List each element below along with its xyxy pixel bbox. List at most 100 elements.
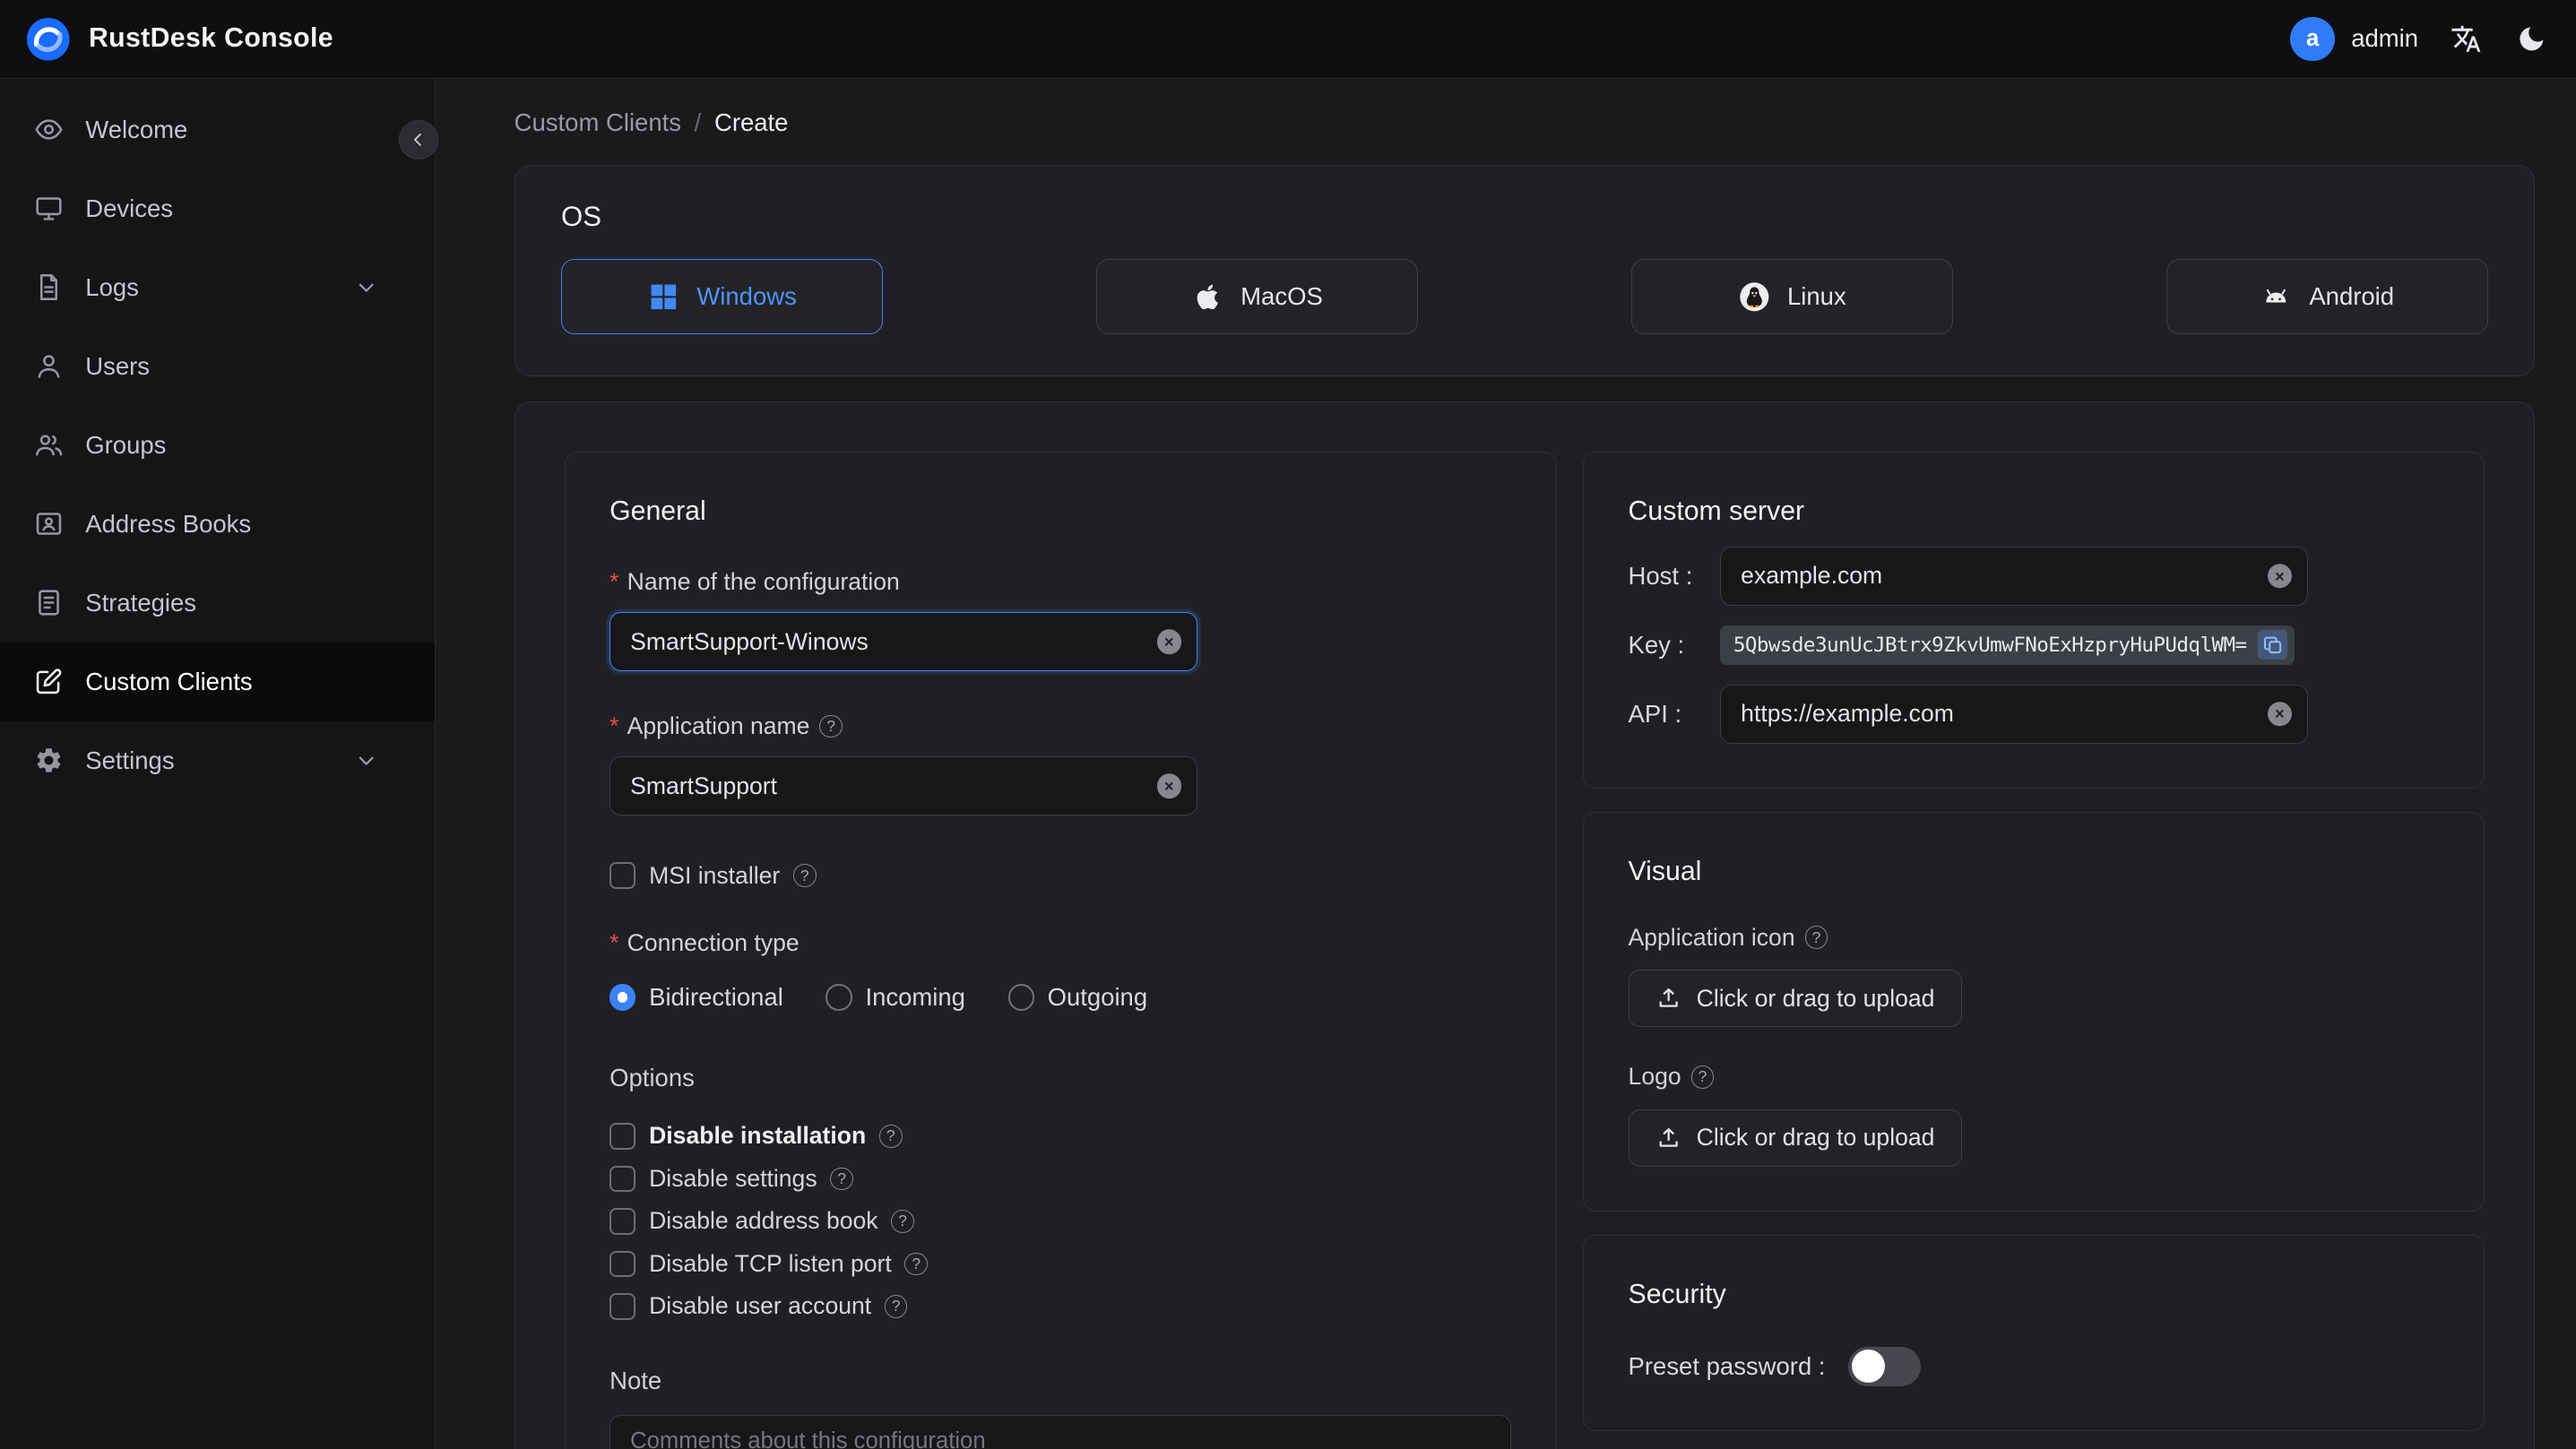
note-label: Note bbox=[609, 1366, 662, 1394]
os-button-label: Linux bbox=[1786, 282, 1846, 311]
sidebar-item-devices[interactable]: Devices bbox=[0, 169, 435, 248]
application-name-input[interactable] bbox=[609, 756, 1198, 816]
sidebar-item-label: Devices bbox=[85, 194, 174, 222]
os-button-macos[interactable]: MacOS bbox=[1095, 258, 1419, 335]
sidebar-item-custom-clients[interactable]: Custom Clients bbox=[0, 642, 435, 721]
checkbox-label: Disable user account bbox=[649, 1292, 872, 1320]
key-row: Key : 5Qbwsde3unUcJBtrx9ZkvUmwFNoExHzpry… bbox=[1629, 625, 2440, 665]
strategy-document-icon bbox=[34, 588, 64, 617]
linux-tux-icon bbox=[1740, 282, 1769, 312]
sidebar-item-groups[interactable]: Groups bbox=[0, 406, 435, 485]
connection-type-label: Connection type bbox=[627, 928, 800, 956]
sidebar-item-logs[interactable]: Logs bbox=[0, 248, 435, 327]
msi-installer-checkbox[interactable] bbox=[609, 862, 636, 889]
os-button-label: Android bbox=[2309, 282, 2395, 311]
sidebar-item-label: Welcome bbox=[85, 115, 188, 143]
custom-server-title: Custom server bbox=[1628, 496, 1805, 526]
config-name-input[interactable] bbox=[609, 612, 1198, 672]
os-button-label: Windows bbox=[696, 282, 797, 311]
security-title: Security bbox=[1628, 1280, 1726, 1310]
sidebar-item-label: Custom Clients bbox=[85, 667, 253, 695]
welcome-icon bbox=[34, 115, 64, 144]
disable-address-book-checkbox[interactable] bbox=[609, 1208, 636, 1235]
help-icon[interactable]: ? bbox=[792, 864, 817, 887]
application-icon-upload-button[interactable]: Click or drag to upload bbox=[1628, 969, 1962, 1028]
dark-mode-moon-icon[interactable] bbox=[2513, 21, 2549, 56]
sidebar-item-settings[interactable]: Settings bbox=[0, 721, 435, 800]
user-icon bbox=[34, 351, 64, 381]
logo-upload-button[interactable]: Click or drag to upload bbox=[1628, 1108, 1962, 1167]
disable-tcp-listen-port-checkbox[interactable] bbox=[609, 1250, 636, 1278]
radio-button[interactable] bbox=[609, 984, 636, 1011]
disable-settings-checkbox[interactable] bbox=[609, 1165, 636, 1193]
application-icon-group: Application icon ? Click or drag to uplo… bbox=[1628, 924, 2440, 1028]
help-icon[interactable]: ? bbox=[1690, 1065, 1715, 1089]
general-title: General bbox=[609, 496, 706, 526]
radio-outgoing[interactable]: Outgoing bbox=[1007, 983, 1147, 1012]
copy-icon[interactable] bbox=[2258, 630, 2288, 660]
disable-tcp-listen-port-row: Disable TCP listen port ? bbox=[609, 1250, 1511, 1278]
required-asterisk: * bbox=[609, 712, 619, 739]
help-icon[interactable]: ? bbox=[830, 1167, 853, 1191]
breadcrumb-separator: / bbox=[694, 108, 702, 136]
sidebar-item-label: Logs bbox=[85, 272, 139, 301]
create-form-panel: General * Name of the configuration Smar… bbox=[514, 401, 2536, 1449]
address-book-icon bbox=[34, 509, 64, 539]
breadcrumb-current: Create bbox=[713, 108, 789, 136]
monitor-icon bbox=[34, 194, 64, 223]
disable-user-account-checkbox[interactable] bbox=[609, 1293, 636, 1320]
server-key-value: 5Qbwsde3unUcJBtrx9ZkvUmwFNoExHzpryHuPUdq… bbox=[1733, 633, 2247, 657]
visual-title: Visual bbox=[1628, 857, 1702, 887]
radio-label: Incoming bbox=[865, 982, 965, 1011]
connection-type-radio-group: Bidirectional Incoming Outgoing bbox=[609, 983, 1511, 1012]
connection-type-label-row: * Connection type bbox=[609, 929, 1511, 957]
topbar-right: a admin bbox=[2290, 16, 2549, 62]
sidebar-item-label: Groups bbox=[85, 430, 167, 459]
help-icon[interactable]: ? bbox=[878, 1125, 903, 1148]
windows-icon bbox=[651, 284, 677, 309]
document-icon bbox=[34, 272, 64, 302]
help-icon[interactable]: ? bbox=[819, 714, 843, 738]
logo-group: Logo ? Click or drag to upload bbox=[1628, 1063, 2440, 1167]
general-card: General * Name of the configuration Smar… bbox=[564, 451, 1557, 1449]
host-input[interactable] bbox=[1720, 546, 2309, 606]
sidebar-item-users[interactable]: Users bbox=[0, 327, 435, 406]
sidebar-collapse-button[interactable] bbox=[399, 119, 439, 160]
os-button-linux[interactable]: Linux bbox=[1630, 258, 1953, 335]
sidebar-item-label: Strategies bbox=[85, 588, 197, 617]
help-icon[interactable]: ? bbox=[891, 1210, 914, 1233]
help-icon[interactable]: ? bbox=[884, 1295, 908, 1318]
users-group-icon bbox=[34, 430, 64, 460]
security-card: Security Preset password : bbox=[1583, 1234, 2485, 1432]
application-name-field: * Application name ? bbox=[609, 712, 1511, 816]
help-icon[interactable]: ? bbox=[904, 1252, 929, 1276]
sidebar-item-address-books[interactable]: Address Books bbox=[0, 485, 435, 564]
sidebar-item-welcome[interactable]: Welcome bbox=[0, 91, 435, 169]
radio-button[interactable] bbox=[826, 984, 852, 1011]
user-avatar[interactable]: a bbox=[2290, 16, 2335, 62]
edit-square-icon bbox=[34, 667, 64, 696]
upload-button-label: Click or drag to upload bbox=[1696, 984, 1935, 1012]
help-icon[interactable]: ? bbox=[1804, 926, 1828, 950]
sidebar-item-strategies[interactable]: Strategies bbox=[0, 564, 435, 643]
app-title: RustDesk Console bbox=[88, 23, 333, 54]
disable-installation-checkbox[interactable] bbox=[609, 1123, 636, 1150]
os-button-android[interactable]: Android bbox=[2165, 258, 2488, 335]
checkbox-label: Disable address book bbox=[649, 1207, 878, 1235]
radio-bidirectional[interactable]: Bidirectional bbox=[609, 983, 783, 1012]
radio-label: Bidirectional bbox=[649, 982, 783, 1011]
application-name-label: Application name bbox=[627, 712, 810, 739]
apple-icon bbox=[1197, 284, 1219, 309]
host-row: Host : bbox=[1629, 546, 2440, 606]
api-input[interactable] bbox=[1720, 684, 2309, 744]
checkbox-label: Disable TCP listen port bbox=[649, 1249, 892, 1277]
os-button-windows[interactable]: Windows bbox=[560, 258, 884, 335]
logo-label: Logo bbox=[1628, 1063, 1681, 1091]
translate-icon[interactable] bbox=[2448, 21, 2484, 56]
username: admin bbox=[2351, 24, 2419, 53]
radio-button[interactable] bbox=[1007, 984, 1034, 1011]
note-textarea[interactable] bbox=[609, 1414, 1512, 1449]
breadcrumb-parent[interactable]: Custom Clients bbox=[514, 108, 681, 137]
radio-incoming[interactable]: Incoming bbox=[826, 983, 965, 1012]
preset-password-toggle[interactable] bbox=[1848, 1346, 1921, 1386]
